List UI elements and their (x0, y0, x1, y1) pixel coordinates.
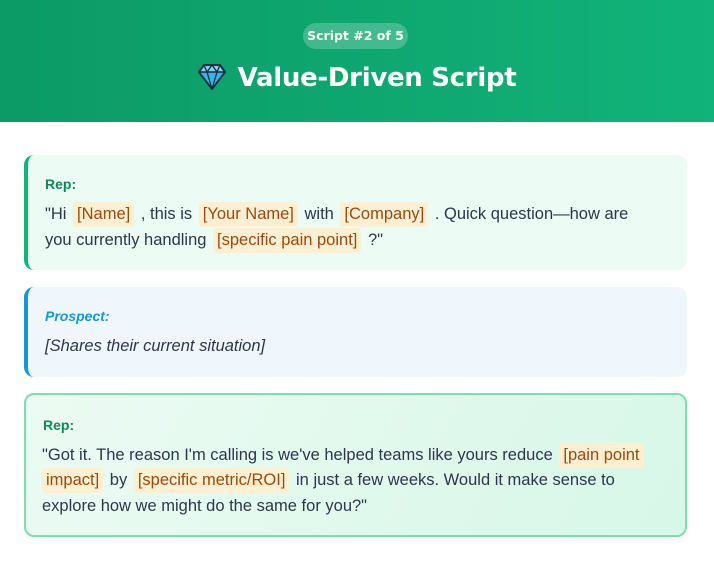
speaker-label: Prospect: (45, 308, 110, 324)
placeholder-your-name: [Your Name] (198, 202, 298, 227)
dialogue-text: . Quick question—how are (434, 205, 629, 223)
placeholder-metric-roi: [specific metric/ROI] (133, 468, 290, 493)
speaker-label: Rep: (45, 176, 77, 192)
dialogue-text: "Hi (45, 205, 67, 223)
dialogue-text: by (109, 471, 128, 489)
dialogue-line: impact] by [specific metric/ROI] in just… (42, 468, 615, 493)
dialogue-line: you currently handling [specific pain po… (45, 228, 383, 253)
script-header: Script #2 of 5 Value-Driven Script (0, 0, 714, 122)
dialogue-text: you currently handling (45, 231, 207, 249)
dialogue-text: with (304, 205, 334, 223)
dialogue-line: "Got it. The reason I'm calling is we've… (42, 443, 646, 468)
script-counter-badge: Script #2 of 5 (303, 23, 408, 49)
placeholder-pain-point-impact: impact] (42, 468, 104, 493)
dialogue-text: "Got it. The reason I'm calling is we've… (42, 446, 553, 464)
gem-icon (197, 62, 226, 92)
prospect-response-text: [Shares their current situation] (45, 337, 266, 355)
speaker-label: Rep: (43, 417, 75, 433)
prospect-dialogue-card: Prospect: [Shares their current situatio… (24, 287, 687, 377)
rep-dialogue-card-2: Rep: "Got it. The reason I'm calling is … (24, 393, 687, 537)
placeholder-pain-point: [specific pain point] (213, 228, 362, 253)
dialogue-text: , this is (140, 205, 193, 223)
page-title: Value-Driven Script (237, 63, 517, 93)
placeholder-name: [Name] (73, 202, 135, 227)
placeholder-company: [Company] (340, 202, 429, 227)
dialogue-text: explore how we might do the same for you… (42, 497, 368, 515)
dialogue-line: "Hi [Name] , this is [Your Name] with [C… (45, 202, 628, 227)
rep-dialogue-card-1: Rep: "Hi [Name] , this is [Your Name] wi… (24, 155, 687, 270)
dialogue-text: in just a few weeks. Would it make sense… (296, 471, 615, 489)
placeholder-pain-point-impact: [pain point (559, 443, 644, 468)
script-title-row: Value-Driven Script (0, 58, 714, 98)
dialogue-text: ?" (367, 231, 384, 249)
dialogue-line: explore how we might do the same for you… (42, 494, 367, 519)
